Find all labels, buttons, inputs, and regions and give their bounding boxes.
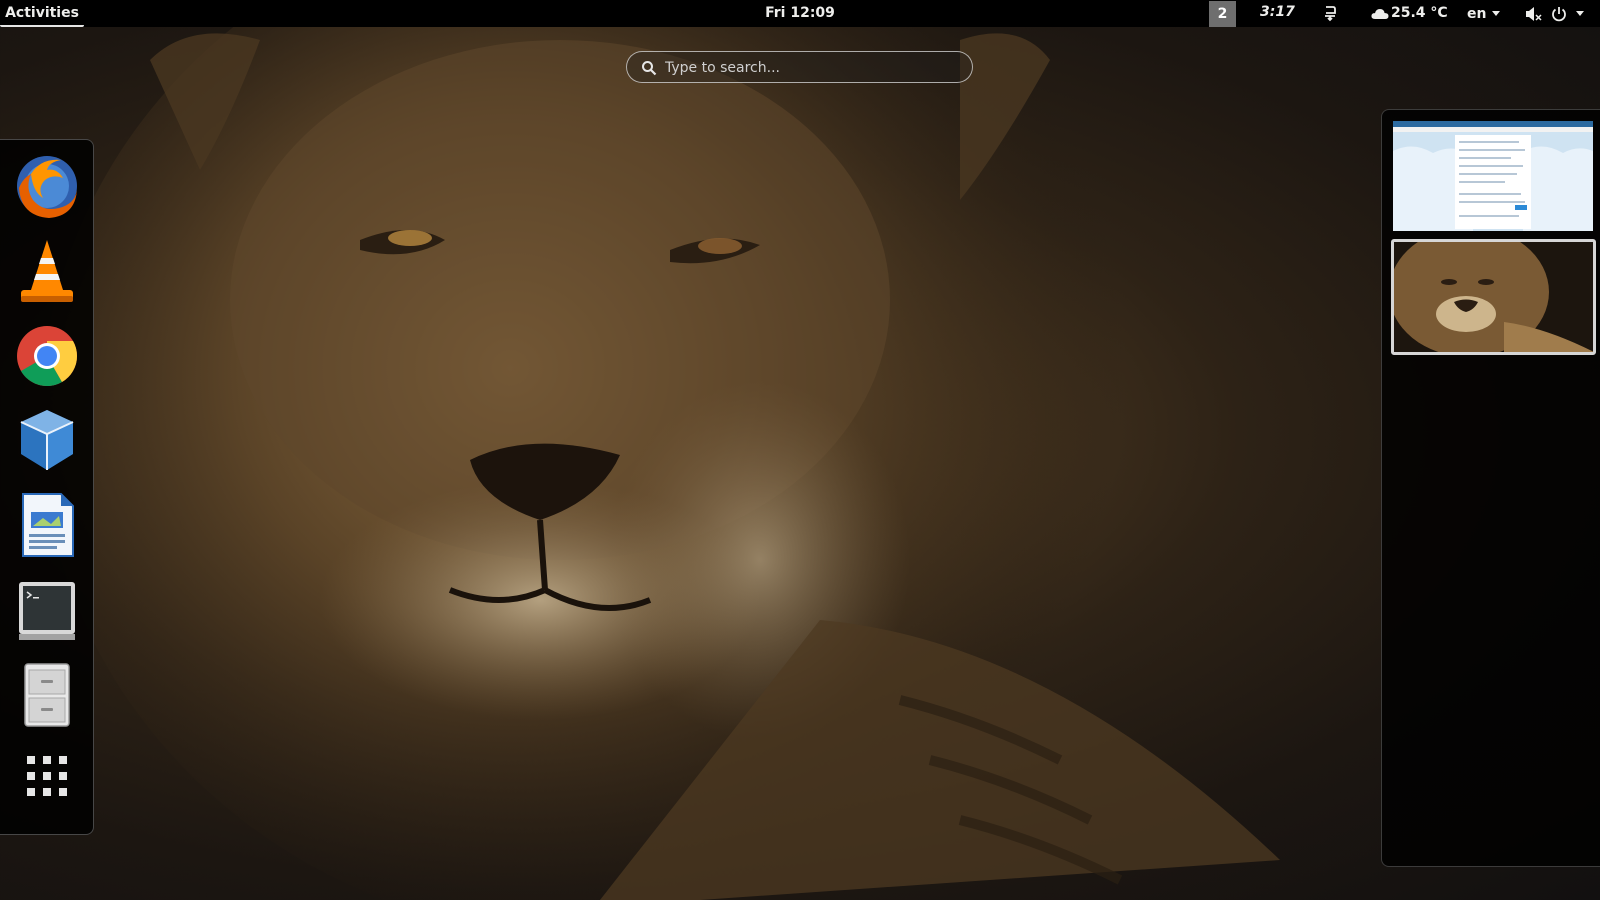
- search-entry[interactable]: [626, 51, 973, 84]
- dash-app-virtualbox[interactable]: [13, 406, 81, 480]
- search-icon: [642, 61, 657, 76]
- weather-temperature[interactable]: 25.4 °C: [1391, 0, 1448, 27]
- workspace-thumbnail-1[interactable]: [1393, 121, 1593, 231]
- dash-app-chrome[interactable]: [13, 322, 81, 396]
- chevron-down-icon[interactable]: [1576, 11, 1584, 17]
- firefox-icon: [17, 156, 77, 218]
- terminal-icon: [19, 582, 75, 640]
- desktop-wallpaper: [40, 0, 1280, 900]
- chevron-down-icon[interactable]: [1492, 11, 1500, 17]
- grid-icon: [27, 756, 67, 796]
- dash-panel: [0, 139, 94, 835]
- power-icon[interactable]: [1551, 6, 1567, 22]
- dash-app-terminal[interactable]: [13, 576, 81, 650]
- timer-indicator[interactable]: 3:17: [1260, 0, 1295, 24]
- workspace-1-preview: [1393, 121, 1593, 231]
- workspace-indicator[interactable]: 2: [1209, 1, 1236, 27]
- chrome-icon: [17, 326, 78, 387]
- search-input[interactable]: [663, 52, 963, 84]
- tray-icon[interactable]: [1323, 4, 1337, 22]
- dash-app-vlc[interactable]: [13, 236, 81, 310]
- cloud-icon[interactable]: [1371, 8, 1389, 20]
- workspace-2-preview: [1394, 242, 1593, 352]
- volume-muted-icon[interactable]: [1525, 6, 1543, 22]
- dash-app-writer[interactable]: [13, 490, 81, 564]
- workspace-thumbnail-2-active[interactable]: [1391, 239, 1596, 355]
- dash-app-firefox[interactable]: [13, 152, 81, 226]
- workspace-thumbnails: [1381, 109, 1600, 867]
- keyboard-layout-label[interactable]: en: [1467, 0, 1486, 28]
- virtualbox-icon: [20, 410, 74, 470]
- top-bar: Activities Fri 12:09 2 3:17 25.4 °C en: [0, 0, 1600, 27]
- show-applications-button[interactable]: [13, 750, 81, 824]
- writer-icon: [22, 493, 74, 557]
- vlc-icon: [21, 240, 73, 302]
- file-cabinet-icon: [24, 663, 70, 727]
- activities-button[interactable]: Activities: [0, 0, 84, 27]
- clock-button[interactable]: Fri 12:09: [740, 0, 860, 27]
- dash-app-files[interactable]: [13, 660, 81, 734]
